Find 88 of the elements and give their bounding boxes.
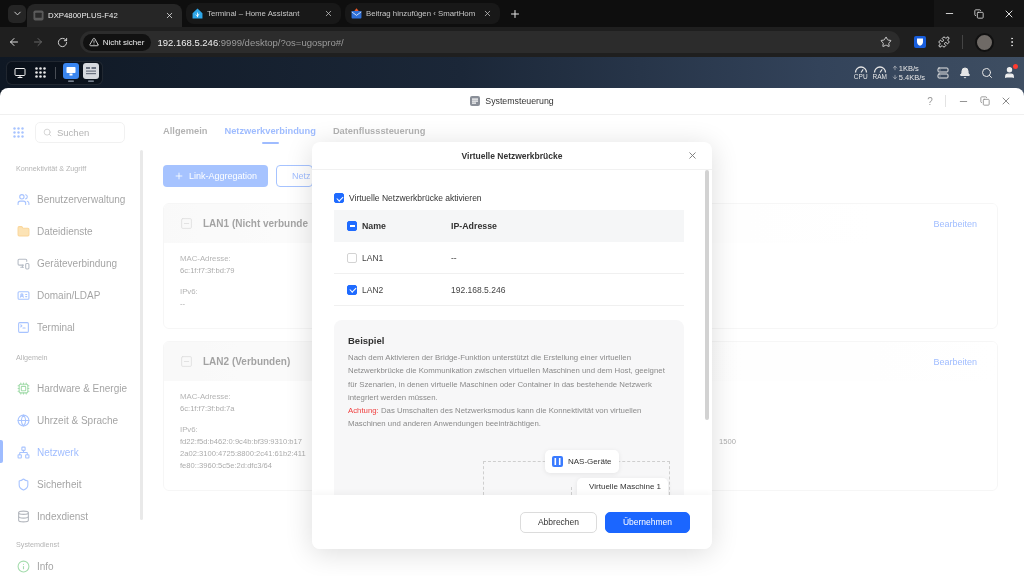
edit-link[interactable]: Bearbeiten bbox=[933, 356, 977, 367]
terminal-icon bbox=[17, 320, 30, 334]
address-bar[interactable]: Nicht sicher 192.168.5.246:9999/desktop/?os=ugospro#/ bbox=[79, 31, 900, 53]
monitor-icon[interactable] bbox=[14, 66, 26, 79]
id-card-icon bbox=[17, 288, 30, 302]
house-icon bbox=[192, 8, 203, 19]
list-app-icon[interactable] bbox=[83, 63, 99, 82]
search-icon[interactable] bbox=[981, 66, 993, 79]
table-cell: -- bbox=[451, 252, 457, 263]
list-tile-icon bbox=[470, 96, 481, 106]
node-label: Virtuelle Maschine 1 bbox=[589, 481, 661, 491]
user-icon[interactable] bbox=[1003, 66, 1016, 79]
devices-icon bbox=[17, 256, 30, 270]
window-title: Systemsteuerung bbox=[485, 96, 554, 106]
avatar[interactable] bbox=[975, 32, 994, 52]
server-icon bbox=[552, 455, 563, 467]
bell-icon[interactable] bbox=[959, 66, 971, 79]
toolbar-button[interactable]: Netz bbox=[276, 165, 313, 187]
network-icon bbox=[17, 445, 30, 459]
sidebar-item[interactable]: Domain/LDAP bbox=[0, 279, 140, 311]
tab-list-button[interactable] bbox=[8, 4, 26, 23]
checkbox[interactable] bbox=[334, 193, 344, 203]
sidebar-item[interactable]: Indexdienst bbox=[0, 500, 140, 532]
warning-icon bbox=[88, 37, 99, 47]
sidebar-item[interactable]: Benutzerverwaltung bbox=[0, 183, 140, 215]
search-field[interactable]: Suchen bbox=[35, 122, 125, 143]
table-cell: LAN2 bbox=[362, 284, 384, 295]
plus-icon bbox=[509, 7, 521, 20]
scrollbar-thumb[interactable] bbox=[705, 170, 709, 420]
toolbar-button[interactable]: Link-Aggregation bbox=[163, 165, 268, 187]
restore-icon bbox=[979, 96, 990, 106]
dialog-title: Virtuelle Netzwerkbrücke bbox=[461, 150, 563, 161]
ram-gauge-icon bbox=[872, 65, 887, 73]
upload-arrow-icon bbox=[891, 65, 898, 71]
sidebar-item[interactable]: Netzwerk bbox=[0, 436, 140, 468]
column-header: Name bbox=[362, 221, 386, 231]
sidebar-item[interactable]: Geräteverbindung bbox=[0, 247, 140, 279]
chip-icon bbox=[17, 381, 30, 395]
help-button[interactable]: ? bbox=[923, 92, 937, 110]
interface-title: LAN1 (Nicht verbunde bbox=[203, 218, 308, 229]
select-all-checkbox[interactable] bbox=[347, 221, 357, 231]
column-header: IP-Adresse bbox=[451, 221, 497, 231]
example-title: Beispiel bbox=[348, 335, 385, 347]
close-icon bbox=[686, 150, 698, 161]
tab[interactable]: Datenflusssteuerung bbox=[332, 120, 426, 144]
sidebar-item[interactable]: Terminal bbox=[0, 311, 140, 343]
download-arrow-icon bbox=[891, 74, 898, 80]
monitor-app-icon[interactable] bbox=[63, 63, 79, 82]
envelope-icon bbox=[351, 8, 362, 19]
shield-icon bbox=[17, 477, 30, 491]
window-icon bbox=[33, 10, 44, 21]
close-icon[interactable] bbox=[324, 9, 333, 18]
server-icon[interactable] bbox=[937, 66, 949, 79]
tab[interactable]: Allgemein bbox=[163, 120, 208, 144]
security-chip[interactable]: Nicht sicher bbox=[82, 33, 152, 51]
url-text: 192.168.5.246:9999/desktop/?os=ugospro#/ bbox=[157, 36, 344, 48]
info-icon bbox=[17, 559, 30, 573]
star-icon[interactable] bbox=[880, 36, 892, 48]
forward-arrow-icon bbox=[32, 36, 45, 48]
puzzle-icon[interactable] bbox=[938, 36, 950, 48]
back-arrow-icon bbox=[8, 36, 21, 48]
tab[interactable]: Netzwerkverbindung bbox=[224, 120, 316, 144]
confirm-button[interactable]: Übernehmen bbox=[605, 511, 690, 533]
folder-icon bbox=[17, 224, 30, 238]
sidebar-item[interactable]: Info bbox=[0, 556, 140, 576]
sidebar-item[interactable]: Uhrzeit & Sprache bbox=[0, 404, 140, 436]
cpu-gauge-icon bbox=[853, 65, 868, 73]
plus-icon bbox=[174, 171, 184, 181]
table-cell: LAN1 bbox=[362, 252, 384, 263]
sidebar-item[interactable]: Sicherheit bbox=[0, 468, 140, 500]
app-grid-icon[interactable] bbox=[35, 67, 46, 78]
users-icon bbox=[17, 192, 30, 206]
reload-icon bbox=[56, 36, 68, 48]
globe-icon bbox=[17, 413, 30, 427]
checkbox[interactable] bbox=[347, 284, 357, 295]
database-icon bbox=[17, 509, 30, 523]
cancel-button[interactable]: Abbrechen bbox=[520, 511, 597, 533]
sidebar-item[interactable]: Dateidienste bbox=[0, 215, 140, 247]
table-cell: 192.168.5.246 bbox=[451, 284, 506, 295]
shield-icon[interactable] bbox=[914, 36, 926, 48]
interface-title: LAN2 (Verbunden) bbox=[203, 356, 291, 367]
checkbox-label: Virtuelle Netzwerkbrücke aktivieren bbox=[349, 193, 482, 203]
restore-icon bbox=[974, 8, 984, 19]
search-icon bbox=[43, 128, 52, 137]
edit-link[interactable]: Bearbeiten bbox=[933, 218, 977, 229]
node-label: NAS-Geräte bbox=[568, 456, 612, 466]
close-icon[interactable] bbox=[483, 9, 492, 18]
sidebar-item[interactable]: Hardware & Energie bbox=[0, 372, 140, 404]
